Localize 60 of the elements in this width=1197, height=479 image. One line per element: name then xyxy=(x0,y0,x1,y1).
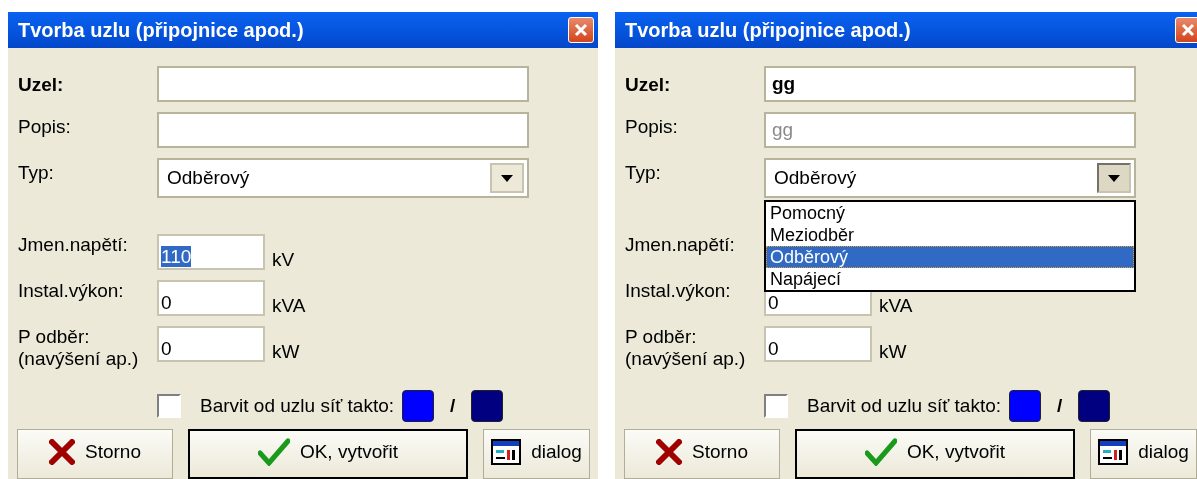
color-swatch[interactable] xyxy=(471,390,504,422)
caret-down-icon xyxy=(501,174,513,182)
field-label: Uzel: xyxy=(625,73,672,96)
checkbox-label: Barvit od uzlu síť takto: xyxy=(200,395,395,417)
checkbox[interactable] xyxy=(764,394,788,418)
x-icon xyxy=(49,439,75,465)
color-swatch[interactable] xyxy=(402,390,435,422)
unit-label: kVA xyxy=(271,294,307,317)
dialog-button[interactable]: dialog xyxy=(1090,429,1197,479)
dropdown-option[interactable]: Odběrový xyxy=(766,246,1134,268)
unit-label: kV xyxy=(271,248,296,271)
field-label: Jmen.napětí: xyxy=(625,234,736,256)
field-label: P odběr: (navýšení ap.) xyxy=(18,326,140,370)
checkmark-icon xyxy=(257,438,290,466)
dropdown-arrow-button[interactable] xyxy=(490,163,524,193)
input-field[interactable] xyxy=(157,112,529,148)
input-field[interactable]: gg xyxy=(764,66,1136,102)
color-swatch[interactable] xyxy=(1078,390,1111,422)
input-field[interactable] xyxy=(157,66,529,102)
input-field[interactable]: gg xyxy=(764,112,1136,148)
dialog-button[interactable]: dialog xyxy=(483,429,590,479)
input-field[interactable]: 0 xyxy=(157,280,265,316)
dropdown-arrow-button[interactable] xyxy=(1097,163,1131,193)
field-label: P odběr: (navýšení ap.) xyxy=(625,326,747,370)
separator-text: / xyxy=(1057,395,1063,417)
input-field[interactable]: 110 xyxy=(157,234,265,270)
window-title: Tvorba uzlu (připojnice apod.) xyxy=(18,18,304,42)
ok-button[interactable]: OK, vytvořit xyxy=(795,429,1075,479)
window-title: Tvorba uzlu (připojnice apod.) xyxy=(625,18,911,42)
field-label: Instal.výkon: xyxy=(18,280,125,302)
cancel-button[interactable]: Storno xyxy=(17,429,173,479)
cancel-button[interactable]: Storno xyxy=(624,429,780,479)
field-label: Popis: xyxy=(18,115,72,138)
close-icon xyxy=(1181,23,1195,37)
field-label: Typ: xyxy=(625,161,662,184)
window-icon xyxy=(491,439,522,465)
separator-text: / xyxy=(450,395,456,417)
close-icon xyxy=(574,23,588,37)
type-dropdown[interactable]: Odběrový xyxy=(157,158,529,198)
window-icon xyxy=(1098,439,1129,465)
input-field[interactable]: 0 xyxy=(157,326,265,362)
unit-label: kVA xyxy=(878,294,914,317)
ok-button[interactable]: OK, vytvořit xyxy=(188,429,468,479)
x-icon xyxy=(656,439,682,465)
close-button[interactable] xyxy=(1175,17,1197,43)
caret-down-icon xyxy=(1108,174,1120,182)
field-label: Jmen.napětí: xyxy=(18,234,129,256)
input-field[interactable]: 0 xyxy=(764,326,872,362)
checkmark-icon xyxy=(864,438,897,466)
checkbox-label: Barvit od uzlu síť takto: xyxy=(807,395,1002,417)
field-label: Typ: xyxy=(18,161,55,184)
type-dropdown[interactable]: Odběrový xyxy=(764,158,1136,198)
close-button[interactable] xyxy=(568,17,594,43)
unit-label: kW xyxy=(878,340,908,363)
field-label: Instal.výkon: xyxy=(625,280,732,302)
color-swatch[interactable] xyxy=(1009,390,1042,422)
field-label: Popis: xyxy=(625,115,679,138)
unit-label: kW xyxy=(271,340,301,363)
field-label: Uzel: xyxy=(18,73,65,96)
checkbox[interactable] xyxy=(157,394,181,418)
